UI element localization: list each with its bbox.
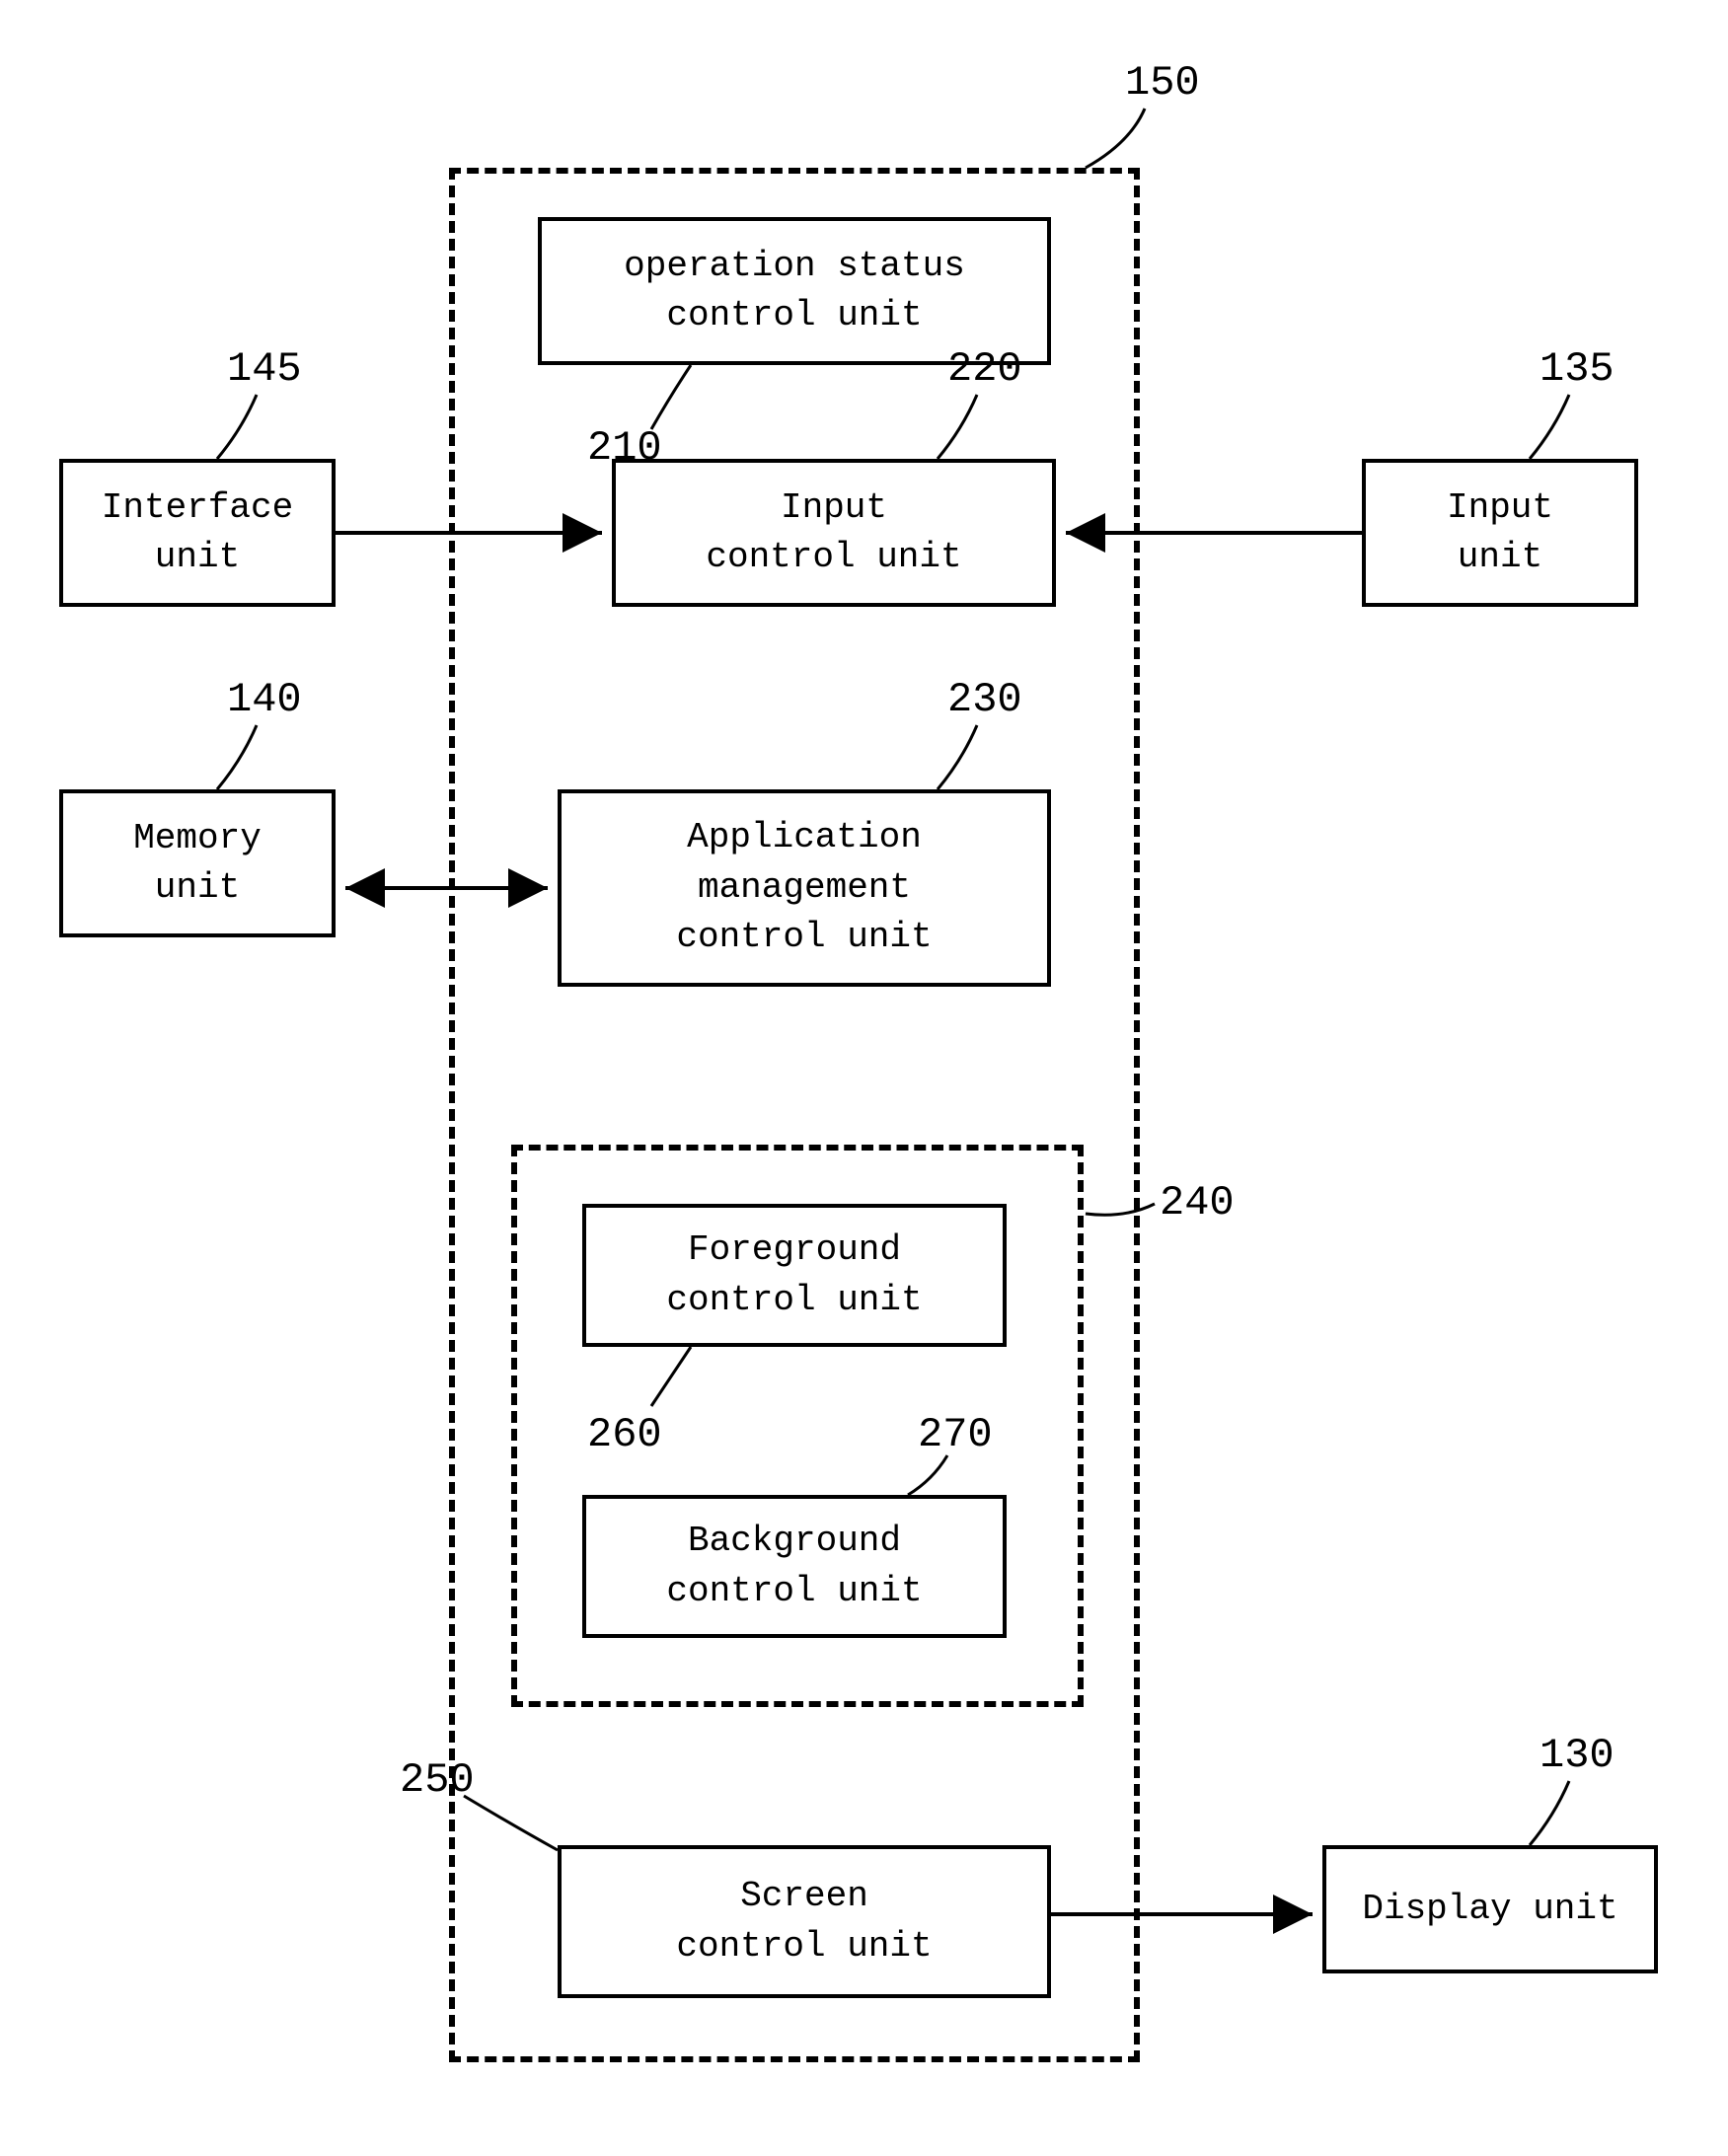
text-app-mgmt: Application management control unit (676, 813, 932, 962)
leader-135 (1520, 395, 1579, 464)
label-260: 260 (587, 1411, 662, 1458)
label-140: 140 (227, 676, 302, 723)
text-input-ctrl: Input control unit (706, 483, 961, 583)
box-app-mgmt: Application management control unit (558, 789, 1051, 987)
label-230: 230 (947, 676, 1022, 723)
label-220: 220 (947, 345, 1022, 393)
box-display: Display unit (1322, 1845, 1658, 1973)
leader-130 (1520, 1781, 1579, 1850)
text-interface: Interface unit (102, 483, 293, 583)
text-background: Background control unit (666, 1517, 922, 1616)
box-screen: Screen control unit (558, 1845, 1051, 1998)
box-foreground: Foreground control unit (582, 1204, 1007, 1347)
box-background: Background control unit (582, 1495, 1007, 1638)
box-interface: Interface unit (59, 459, 336, 607)
text-foreground: Foreground control unit (666, 1226, 922, 1325)
text-input: Input unit (1447, 483, 1553, 583)
box-input-ctrl: Input control unit (612, 459, 1056, 607)
leader-140 (207, 725, 266, 794)
text-screen: Screen control unit (676, 1872, 932, 1971)
leader-145 (207, 395, 266, 464)
text-display: Display unit (1362, 1885, 1617, 1934)
box-op-status: operation status control unit (538, 217, 1051, 365)
diagram-canvas: 150 240 Interface unit 145 Memory unit 1… (0, 0, 1728, 2156)
container-150 (449, 168, 1140, 2062)
label-135: 135 (1540, 345, 1615, 393)
box-memory: Memory unit (59, 789, 336, 937)
label-270: 270 (918, 1411, 993, 1458)
label-240: 240 (1160, 1179, 1235, 1227)
text-op-status: operation status control unit (624, 242, 965, 341)
text-memory: Memory unit (133, 814, 262, 914)
label-250: 250 (400, 1756, 475, 1804)
label-145: 145 (227, 345, 302, 393)
label-150: 150 (1125, 59, 1200, 107)
box-input: Input unit (1362, 459, 1638, 607)
label-130: 130 (1540, 1732, 1615, 1779)
